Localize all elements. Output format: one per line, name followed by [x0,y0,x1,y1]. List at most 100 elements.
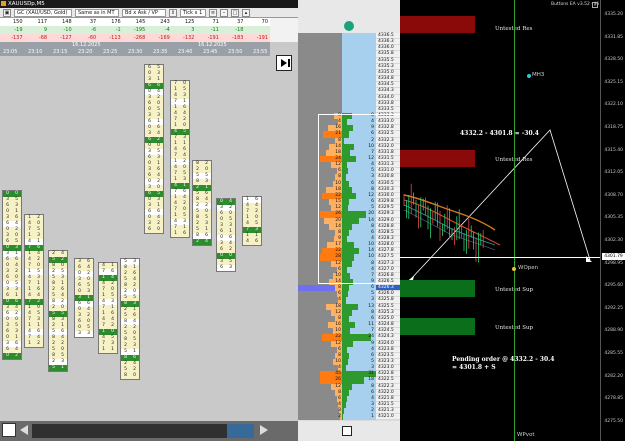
price-tick: 4278.85 [604,396,623,402]
time-label: 23:45 [203,49,218,55]
footprint-bid: 2 [196,239,199,244]
footprint-chart[interactable]: 0035630136640230650331660432600533610634… [0,56,298,421]
menu-icon[interactable]: ≡ [209,8,217,17]
footprint-column[interactable]: 7015437116447210457311467412407513417614… [170,80,190,238]
price-tick: 4292.25 [604,305,623,311]
price-tick: 4312.05 [604,170,623,176]
wopen-dot [512,267,516,271]
time-label: 23:55 [253,49,268,55]
stats-cell: -60 [88,35,97,41]
time-label: 23:40 [178,49,193,55]
stats-delta-negative-row: -137 -68 -127 -60 -113 -268 -169 -132 -191 -183 -1… [0,34,270,42]
zone-res-2 [400,150,475,167]
stats-cell: 148 [62,19,72,25]
footprint-ask: 2 [15,353,18,358]
bid-volume: 2 [338,414,341,420]
footprint-column[interactable]: 1644721045731146 [242,196,262,246]
zone-res-1 [400,16,475,33]
scroll-left-icon[interactable] [20,425,28,435]
time-label: 23:10 [28,49,43,55]
footprint-bid: 1 [174,231,177,236]
footprint-row: 12 [25,341,43,347]
stats-cell: -132 [183,35,195,41]
scroll-up-icon[interactable]: ▴ [242,8,250,17]
price-tick: 4302.30 [604,238,623,243]
footprint-row: 51 [49,365,67,371]
settings-icon[interactable] [344,21,354,31]
price-tick: 4318.75 [604,125,623,130]
stats-cell: -268 [133,35,146,41]
height-icon[interactable]: ⇕ [169,8,177,17]
stats-cell: -6 [91,27,97,33]
price-tick: 4298.95 [604,260,623,266]
current-price-line [400,257,600,258]
stats-cell: -19 [14,27,23,33]
footprint-bid: 8 [124,373,127,378]
play-pause-button[interactable] [276,55,292,71]
footprint-row: 24 [193,239,211,245]
footprint-toolbar: ▣ GC (XAU/USD, Gold) Same as in MT Bd x … [0,8,298,18]
stats-cell: -18 [235,27,244,33]
period-select[interactable]: Same as in MT [75,8,119,17]
ladder-selection-box [318,114,400,284]
calendar-icon[interactable] [2,423,16,437]
footprint-ask: 2 [37,341,40,346]
footprint-column[interactable]: 417614427015437116447210457311 [98,262,118,354]
scroll-right-icon[interactable] [260,425,268,435]
symbol-select[interactable]: GC (XAU/USD, Gold) [14,8,72,17]
footprint-bid: 6 [148,227,151,232]
date-label: 16.12.2025 [198,42,227,48]
minimize-icon[interactable]: – [220,8,228,17]
navigator-window[interactable] [227,424,254,438]
price-tick: 4322.10 [604,102,623,108]
stats-cell: 3 [191,27,195,33]
stats-cell [245,26,270,34]
date-label: 16.12.2025 [72,42,101,48]
footprint-ask: 6 [183,231,186,236]
footprint-bid: 0 [6,353,9,358]
maximize-icon[interactable]: □ [231,8,239,17]
time-label: 23:35 [153,49,168,55]
mode-select[interactable]: Bd x Ask / VP [122,8,166,17]
price-axis[interactable]: 4335.20 4331.85 4328.50 4325.15 4322.10 4318.… [600,0,625,441]
footprint-column[interactable]: 36640230650331660432600533 [74,258,94,338]
footprint-column[interactable]: 0035630136640230650331660432600533610634… [2,190,22,360]
footprint-row: 33 [75,331,93,337]
footprint-column[interactable]: 1240751341761442701543711644721045731146… [24,214,44,348]
stats-cell: -195 [133,27,146,33]
price-tick: 4288.90 [604,328,623,334]
time-label: 23:15 [53,49,68,55]
stats-cell: -169 [158,35,170,41]
price-tick: 4295.60 [604,283,623,289]
footprint-bid: 3 [78,331,81,336]
stats-cell: -68 [38,35,48,41]
price-tick: 4308.70 [604,192,623,198]
footprint-ask: 3 [229,265,232,270]
wopen-label: WOpen [518,265,539,271]
tick-select[interactable]: Tick x 1 [180,8,206,17]
ladder-row[interactable]: 2 1 4321.0 [298,414,400,421]
footprint-title: XAUUSDp,M5 [8,1,45,7]
footprint-column[interactable]: 6503316604326005336106346200356301366402… [144,64,164,234]
footprint-column[interactable]: 8220558321568422508523518624 [192,160,212,246]
metatrader-chart[interactable]: Buttons EA v3.52 - Hi × Untested Res Unt… [400,0,625,441]
price-tick: 4331.85 [604,34,623,40]
footprint-row: 80 [121,373,139,379]
close-icon[interactable]: × [592,2,598,8]
footprint-column[interactable]: 5381265482205583215684225085235186245280 [120,258,140,380]
stats-cell: 150 [13,19,23,25]
footprint-row: 46 [243,239,261,245]
price-tick: 4335.20 [604,12,623,17]
footprint-panel: XAUUSDp,M5 ▣ GC (XAU/USD, Gold) Same as … [0,0,298,441]
price-tick: 4282.20 [604,373,623,379]
price-tick: 4325.15 [604,79,623,85]
pending-order-note-2: = 4301.8 + S [452,364,496,371]
stats-cell: 145 [135,19,146,25]
navigator-strip[interactable] [32,424,254,438]
footprint-column[interactable]: 043260053361063462003563 [216,198,236,272]
ladder-mode-icon[interactable] [342,426,352,436]
wpivot-label: WPvot [517,432,535,438]
chart-type-icon[interactable]: ▣ [3,8,11,17]
footprint-column[interactable]: 2452802553812654822055832156842250852351 [48,250,68,372]
stats-cell: 243 [160,19,170,25]
